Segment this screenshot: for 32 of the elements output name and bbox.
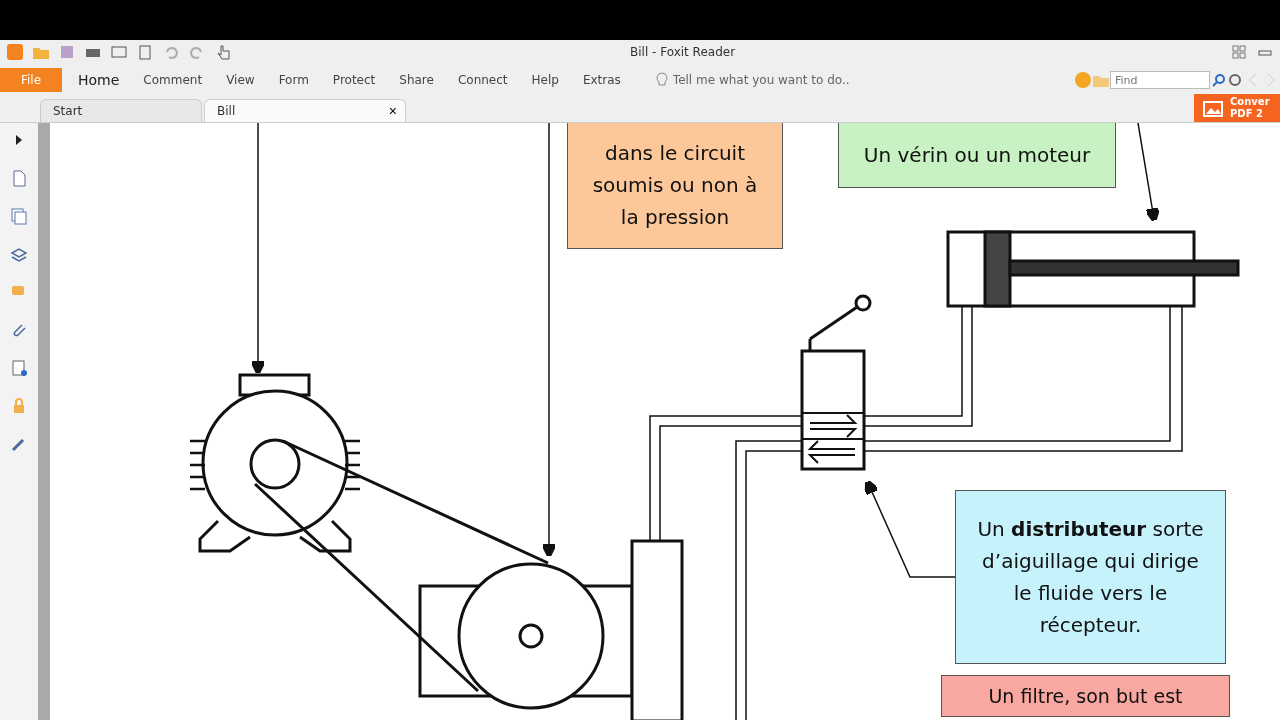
callout-text: dans le circuit (605, 140, 745, 167)
grid-icon[interactable] (1230, 43, 1248, 61)
document-tab[interactable]: Start (40, 99, 202, 122)
app-logo-icon[interactable] (6, 43, 24, 61)
close-tab-button[interactable]: × (388, 103, 397, 119)
layers-icon[interactable] (10, 245, 28, 263)
certificate-icon[interactable] (10, 359, 28, 377)
paperclip-icon[interactable] (10, 321, 28, 339)
tell-me-field[interactable]: Tell me what you want to do.. (670, 72, 905, 88)
document-tab[interactable]: Bill × (204, 99, 406, 122)
callout-text: Un vérin ou un moteur (863, 141, 1091, 169)
callout-text: Un distributeur sorte (977, 516, 1204, 543)
callout-text: d’aiguillage qui dirige (982, 548, 1199, 575)
menu-tab[interactable]: Comment (131, 73, 215, 87)
callout-text: soumis ou non à (592, 172, 758, 199)
menu-tab[interactable]: Connect (445, 73, 520, 87)
search-icon[interactable] (1212, 73, 1226, 87)
menu-tab[interactable]: Home (66, 72, 132, 88)
page-icon[interactable] (10, 169, 28, 187)
window-title: Bill - Foxit Reader (630, 45, 737, 59)
pages-icon[interactable] (10, 207, 28, 225)
menu-tab[interactable]: Share (387, 73, 446, 87)
menu-tab[interactable]: Help (519, 73, 571, 87)
callout-text: le fluide vers le (1013, 580, 1168, 607)
menu-tab[interactable]: Protect (320, 73, 388, 87)
callout-text: Un filtre, son but est (988, 683, 1183, 709)
find-field[interactable]: Find (1110, 71, 1210, 89)
menu-tab[interactable]: Extras (570, 73, 633, 87)
menu-tab[interactable]: Form (266, 73, 321, 87)
menu-tab[interactable]: View (214, 73, 267, 87)
callout-text: récepteur. (1039, 612, 1142, 639)
callout-text: la pression (620, 204, 730, 231)
